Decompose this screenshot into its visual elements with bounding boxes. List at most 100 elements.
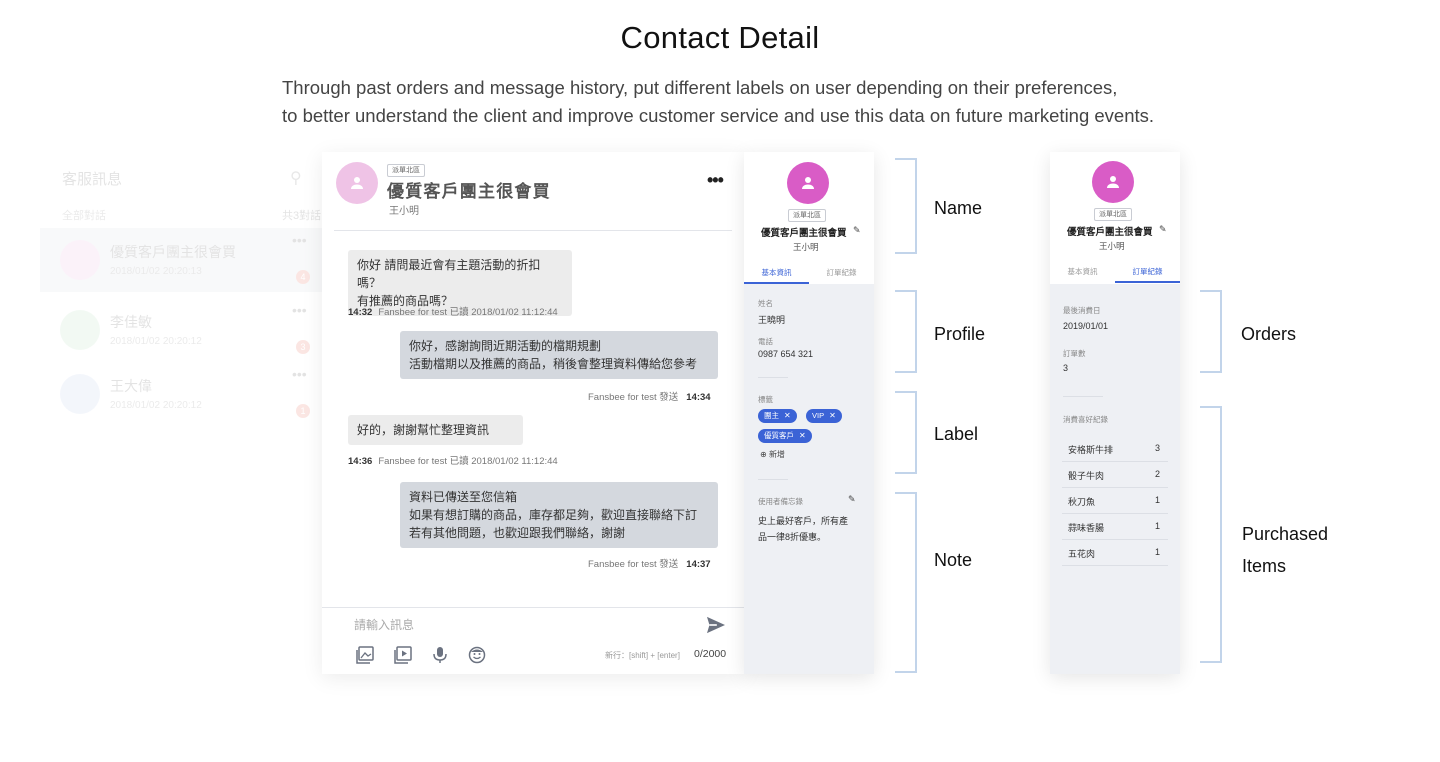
tab-basic-info[interactable]: 基本資訊 [1050, 266, 1115, 277]
name-bracket [895, 158, 917, 254]
annotation-orders: Orders [1241, 324, 1297, 344]
region-tag: 派單北區 [1094, 208, 1132, 221]
message-time: 14:36 [348, 456, 373, 467]
microphone-icon[interactable] [432, 646, 448, 669]
message-text: 好的，謝謝幫忙整理資訊 [357, 423, 490, 437]
close-icon[interactable]: ✕ [829, 411, 836, 420]
annotation-line: Purchased [1242, 524, 1329, 544]
note-title: 使用者備忘錄 [758, 497, 803, 506]
conversation-date: 2018/01/02 20:20:12 [110, 336, 202, 347]
unread-badge: 4 [296, 270, 310, 284]
orders-bracket [1200, 290, 1222, 373]
edit-icon[interactable]: ✎ [1159, 224, 1167, 235]
add-label-button[interactable]: ⊕ 新增 [760, 449, 785, 460]
add-label-text: 新增 [768, 450, 785, 459]
divider [334, 230, 732, 231]
conversation-list-title: 客服訊息 [62, 171, 123, 188]
label-chip[interactable]: 優質客戶 ✕ [758, 429, 812, 443]
chat-header: 派單北區 優質客戶團主很會買 王小明 ••• [322, 152, 744, 230]
close-icon[interactable]: ✕ [784, 411, 791, 420]
more-icon[interactable]: ••• [292, 232, 307, 248]
list-item: 安格斯牛排 3 [1062, 436, 1168, 462]
item-count: 3 [1154, 443, 1160, 453]
message-status: Fansbee for test 已讀 2018/01/02 11:12:44 [378, 307, 558, 318]
message-text: 活動檔期以及推薦的商品，稍後會整理資料傳給您參考 [409, 357, 698, 371]
avatar [787, 162, 829, 204]
message-meta: Fansbee for test 發送 14:37 [588, 556, 711, 570]
name-value: 王曉明 [758, 315, 786, 325]
conversation-date: 2018/01/02 20:20:13 [110, 266, 202, 277]
message-meta: 14:36 Fansbee for test 已讀 2018/01/02 11:1… [348, 453, 558, 467]
purchased-items-bracket [1200, 406, 1222, 663]
item-count: 1 [1154, 547, 1160, 557]
divider [322, 607, 744, 608]
name-label: 姓名 [758, 299, 773, 308]
user-icon [1107, 176, 1119, 188]
conversation-name: 李佳敏 [110, 314, 152, 330]
item-name: 安格斯牛排 [1068, 445, 1114, 455]
send-icon[interactable] [706, 616, 726, 639]
message-time: 14:32 [348, 307, 373, 318]
label-chip[interactable]: 團主 ✕ [758, 409, 797, 423]
order-count-label: 訂單數 [1063, 349, 1086, 358]
conversation-item[interactable]: 李佳敏 2018/01/02 20:20:12 ••• 3 [40, 298, 322, 362]
label-chip-text: 團主 [764, 411, 779, 420]
purchased-items-title: 消費喜好紀錄 [1063, 415, 1108, 424]
conversation-item[interactable]: 優質客戶團主很會買 2018/01/02 20:20:13 ••• 4 [40, 228, 322, 292]
item-count: 1 [1154, 521, 1160, 531]
annotation-name: Name [934, 198, 983, 218]
message-meta: Fansbee for test 發送 14:34 [588, 389, 711, 403]
list-item: 秋刀魚 1 [1062, 488, 1168, 514]
message-input[interactable]: 請輸入訊息 [354, 616, 414, 633]
chat-window: 派單北區 優質客戶團主很會買 王小明 ••• 你好 請問最近會有主題活動的折扣嗎… [322, 152, 744, 674]
message-text: 如果有想訂購的商品，庫存都足夠，歡迎直接聯絡下訂 [409, 508, 698, 522]
message-bubble-incoming: 好的，謝謝幫忙整理資訊 [348, 415, 523, 445]
description-line-1: Through past orders and message history,… [282, 77, 1118, 98]
message-meta: 14:32 Fansbee for test 已讀 2018/01/02 11:1… [348, 304, 558, 318]
image-icon[interactable] [356, 646, 374, 669]
item-name: 五花肉 [1068, 549, 1096, 559]
item-name: 蒜味香腸 [1068, 523, 1105, 533]
page: Contact Detail Through past orders and m… [0, 0, 1440, 762]
avatar [60, 310, 100, 350]
note-text[interactable]: 史上最好客戶，所有產 品一律8折優惠。 [758, 513, 848, 545]
item-count: 2 [1154, 469, 1160, 479]
phone-value: 0987 654 321 [758, 349, 814, 359]
message-text: 資料已傳送至您信箱 [409, 490, 518, 504]
message-text: 你好，感謝詢問近期活動的檔期規劃 [409, 339, 602, 353]
item-name: 骰子牛肉 [1068, 471, 1105, 481]
tab-order-history[interactable]: 訂單紀錄 [1115, 266, 1180, 277]
profile-bracket [895, 290, 917, 373]
more-icon[interactable]: ••• [292, 302, 307, 318]
more-icon[interactable]: ••• [292, 366, 307, 382]
message-text: 若有其他問題，也歡迎跟我們聯絡，謝謝 [409, 526, 626, 540]
divider [758, 479, 788, 480]
region-tag: 派單北區 [788, 209, 826, 222]
video-icon[interactable] [394, 646, 412, 669]
tab-order-history[interactable]: 訂單紀錄 [809, 267, 874, 278]
search-icon[interactable]: ⚲ [290, 168, 302, 188]
order-count-value: 3 [1063, 363, 1069, 373]
annotation-label: Label [934, 424, 979, 444]
annotation-profile: Profile [934, 324, 986, 344]
item-name: 秋刀魚 [1068, 497, 1096, 507]
label-chip[interactable]: VIP ✕ [806, 409, 842, 423]
contact-name: 優質客戶團主很會買 [1067, 227, 1153, 238]
avatar [60, 374, 100, 414]
item-count: 1 [1154, 495, 1160, 505]
edit-icon[interactable]: ✎ [848, 494, 856, 505]
close-icon[interactable]: ✕ [799, 431, 806, 440]
divider [1063, 396, 1103, 397]
tab-basic-info[interactable]: 基本資訊 [744, 267, 809, 278]
add-circle-icon: ⊕ [760, 450, 767, 459]
conversation-filter[interactable]: 全部對話 [62, 207, 106, 223]
conversation-item[interactable]: 王大偉 2018/01/02 20:20:12 ••• 1 [40, 362, 322, 426]
message-text: 你好 請問最近會有主題活動的折扣嗎？ [357, 258, 541, 290]
character-count: 0/2000 [694, 648, 727, 660]
emoji-icon[interactable] [468, 646, 486, 669]
contact-subname: 王小明 [793, 242, 819, 252]
edit-icon[interactable]: ✎ [853, 225, 861, 236]
message-time: 14:34 [686, 392, 711, 403]
more-options-icon[interactable]: ••• [707, 170, 724, 191]
orders-panel: 派單北區 優質客戶團主很會買 ✎ 王小明 基本資訊 訂單紀錄 最後消費日 201… [1050, 152, 1180, 674]
